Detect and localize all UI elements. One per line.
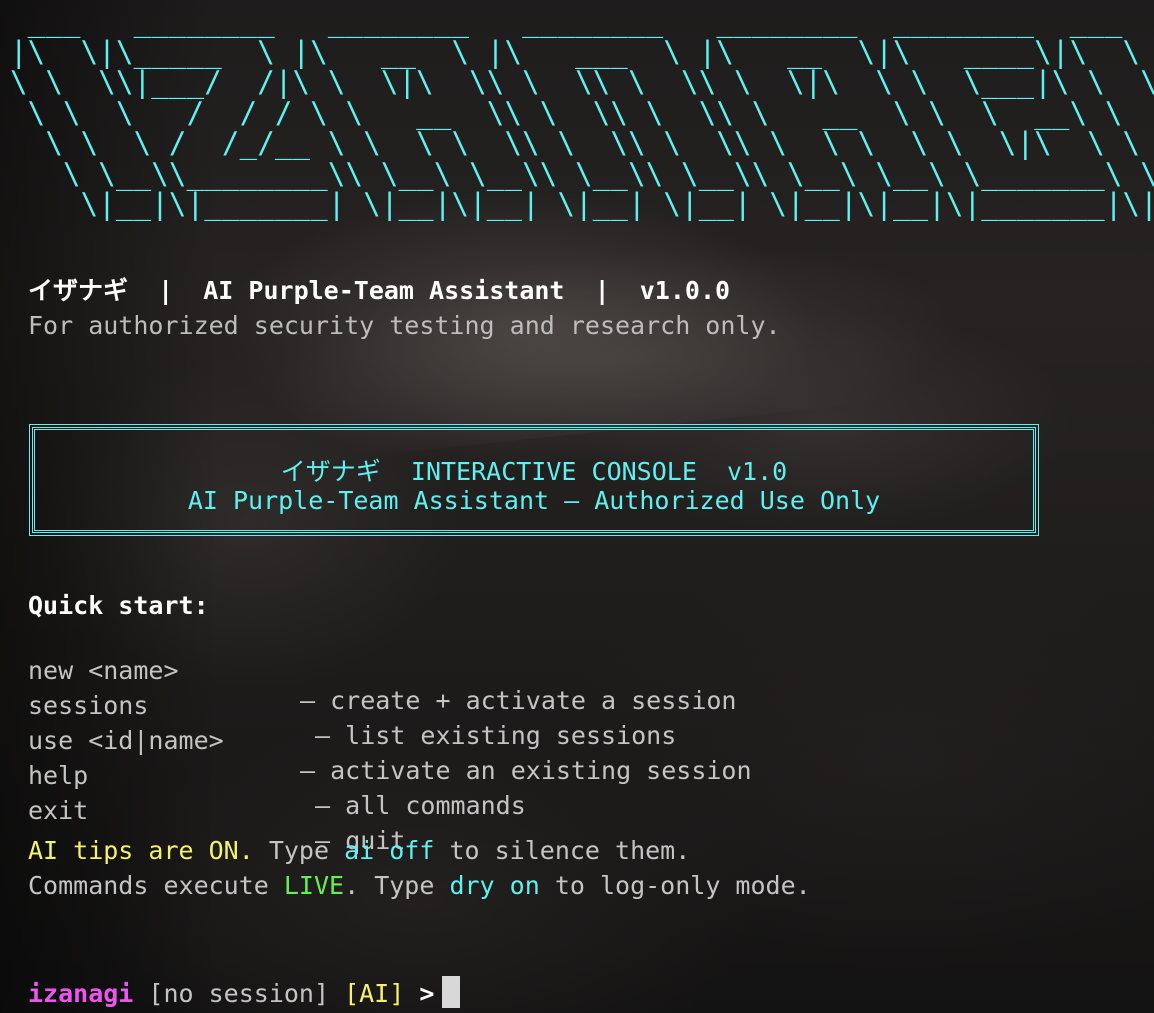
ai-off-command: ai off bbox=[344, 836, 435, 865]
command-description: — all commands bbox=[300, 791, 526, 820]
quick-start-title: Quick start: bbox=[28, 591, 209, 620]
mode-text: . Type bbox=[344, 871, 450, 900]
app-subtitle: For authorized security testing and rese… bbox=[28, 311, 781, 340]
mode-text: Commands execute bbox=[28, 871, 284, 900]
live-mode-notice: Commands execute LIVE. Type dry on to lo… bbox=[28, 871, 811, 901]
banner-line: ___ ________ ________ ________ ________ … bbox=[10, 4, 1123, 38]
banner-line: |\ \|\_____ \ |\ __ \ |\ ___ \ |\ __ \|\… bbox=[10, 34, 1141, 69]
prompt-ai-tag: [AI] bbox=[344, 979, 405, 1008]
banner-line: \|__|\|_______| \|__|\|__| \|__| \|__| \… bbox=[10, 187, 1154, 221]
dry-on-command: dry on bbox=[449, 871, 540, 900]
banner-line: \ \ \ / /_/__ \ \ \ \ \\ \ \\ \ \\ \ \ \… bbox=[10, 126, 1154, 160]
text-cursor[interactable] bbox=[442, 976, 461, 1008]
command-description: — activate an existing session bbox=[300, 756, 752, 785]
ai-tips-status: AI tips are ON. bbox=[28, 836, 254, 865]
ascii-banner: ___ ________ ________ ________ ________ … bbox=[10, 6, 1154, 220]
tips-text: to silence them. bbox=[434, 836, 691, 865]
console-box-title: イザナギ INTERACTIVE CONSOLE v1.0 bbox=[280, 457, 788, 486]
command-description: — list existing sessions bbox=[300, 721, 677, 750]
banner-line: \ \ \ / / / \ \ __ \\ \ \\ \ \\ \ __ \ \… bbox=[10, 95, 1154, 130]
console-box-subtitle: AI Purple-Team Assistant — Authorized Us… bbox=[187, 486, 881, 515]
prompt-arrow: > bbox=[404, 979, 435, 1008]
mode-text: to log-only mode. bbox=[539, 871, 811, 900]
ai-tips-notice: AI tips are ON. Type ai off to silence t… bbox=[28, 836, 690, 866]
tips-text: Type bbox=[253, 836, 345, 865]
prompt-session: [no session] bbox=[133, 979, 345, 1008]
banner-line: \ \ \\|___/ /|\ \ \|\ \\ \ \\ \ \\ \ \|\… bbox=[10, 65, 1154, 99]
live-status: LIVE bbox=[283, 871, 345, 900]
console-header-box: イザナギ INTERACTIVE CONSOLE v1.0 AI Purple-… bbox=[29, 424, 1039, 536]
command-description: — create + activate a session bbox=[300, 686, 737, 715]
prompt-user: izanagi bbox=[28, 979, 134, 1008]
banner-line: \ \__\\________\\ \__\ \__\\ \__\\ \__\\… bbox=[10, 156, 1154, 191]
command-name: exit bbox=[28, 796, 89, 825]
app-title: イザナギ | AI Purple-Team Assistant | v1.0.0 bbox=[28, 276, 731, 305]
command-prompt[interactable]: izanagi [no session] [AI] > bbox=[28, 976, 461, 1009]
